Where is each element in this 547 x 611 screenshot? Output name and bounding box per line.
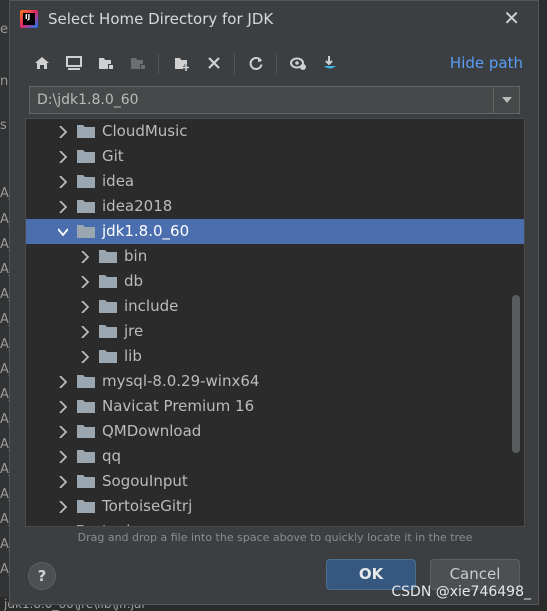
tree-row[interactable]: jre bbox=[26, 319, 524, 344]
tree-row[interactable]: SogouInput bbox=[26, 469, 524, 494]
tree-row[interactable]: db bbox=[26, 269, 524, 294]
select-home-directory-dialog: IJ Select Home Directory for JDK ✕ Hide … bbox=[9, 0, 539, 605]
chevron-right-icon[interactable] bbox=[58, 526, 68, 527]
folder-icon bbox=[77, 475, 95, 488]
chevron-right-icon[interactable] bbox=[80, 301, 90, 313]
tree-row-label: jre bbox=[124, 322, 144, 340]
tree-row[interactable]: jdk1.8.0_60 bbox=[26, 219, 524, 244]
tree-row[interactable]: Git bbox=[26, 144, 524, 169]
tree-scrollbar[interactable] bbox=[512, 295, 520, 453]
chevron-right-icon[interactable] bbox=[58, 126, 68, 138]
toolbar-separator bbox=[158, 54, 159, 74]
chevron-right-icon[interactable] bbox=[58, 176, 68, 188]
folder-icon bbox=[99, 300, 117, 313]
module-folder-icon[interactable] bbox=[126, 51, 150, 75]
home-icon[interactable] bbox=[30, 51, 54, 75]
chevron-right-icon[interactable] bbox=[80, 351, 90, 363]
tree-row-label: qq bbox=[102, 447, 122, 465]
tree-row-label: bin bbox=[124, 247, 148, 265]
chevron-right-icon[interactable] bbox=[58, 376, 68, 388]
path-input[interactable] bbox=[30, 87, 494, 113]
folder-icon bbox=[77, 425, 95, 438]
folder-icon bbox=[99, 325, 117, 338]
folder-icon bbox=[77, 175, 95, 188]
tree-row-label: include bbox=[124, 297, 179, 315]
tree-row[interactable]: lib bbox=[26, 344, 524, 369]
chevron-right-icon[interactable] bbox=[58, 476, 68, 488]
toolbar-separator bbox=[276, 54, 277, 74]
csdn-watermark: CSDN @xie746498_ bbox=[391, 584, 531, 600]
tree-row-label: jdk1.8.0_60 bbox=[102, 222, 190, 240]
directory-tree[interactable]: CloudMusic Git idea idea2018 jdk1.8.0_60bin d… bbox=[25, 118, 525, 527]
chevron-right-icon[interactable] bbox=[58, 501, 68, 513]
folder-icon bbox=[99, 250, 117, 263]
tree-row-label: QMDownload bbox=[102, 422, 202, 440]
tree-row[interactable]: idea bbox=[26, 169, 524, 194]
tree-row[interactable]: QMDownload bbox=[26, 419, 524, 444]
folder-icon bbox=[77, 125, 95, 138]
folder-icon bbox=[77, 525, 84, 526]
tree-row[interactable]: CloudMusic bbox=[26, 119, 524, 144]
folder-icon bbox=[77, 200, 95, 213]
chevron-right-icon[interactable] bbox=[80, 326, 90, 338]
tree-row[interactable]: bin bbox=[26, 244, 524, 269]
folder-icon bbox=[77, 375, 95, 388]
delete-icon[interactable] bbox=[202, 51, 226, 75]
chevron-down-icon[interactable] bbox=[58, 226, 68, 238]
chevron-right-icon[interactable] bbox=[58, 201, 68, 213]
tree-row-label: Navicat Premium 16 bbox=[102, 397, 255, 415]
folder-icon bbox=[77, 400, 95, 413]
intellij-app-icon: IJ bbox=[20, 10, 38, 28]
folder-icon bbox=[77, 150, 95, 163]
close-icon[interactable]: ✕ bbox=[503, 8, 520, 28]
background-glyph: s bbox=[0, 118, 7, 133]
tree-row[interactable]: TortoiseGitrj bbox=[26, 494, 524, 519]
tree-row-label: idea2018 bbox=[102, 197, 173, 215]
tree-row[interactable]: include bbox=[26, 294, 524, 319]
folder-icon bbox=[77, 500, 95, 513]
desktop-icon[interactable] bbox=[62, 51, 86, 75]
chevron-right-icon[interactable] bbox=[80, 276, 90, 288]
tree-row[interactable]: qq bbox=[26, 444, 524, 469]
help-button[interactable]: ? bbox=[28, 562, 56, 590]
tree-row[interactable]: idea2018 bbox=[26, 194, 524, 219]
title-bar[interactable]: IJ Select Home Directory for JDK ✕ bbox=[10, 1, 538, 39]
toolbar-separator bbox=[234, 54, 235, 74]
refresh-icon[interactable] bbox=[244, 51, 268, 75]
tree-row-label: tools bbox=[102, 522, 138, 526]
tree-row-label: TortoiseGitrj bbox=[102, 497, 193, 515]
tree-row-label: idea bbox=[102, 172, 135, 190]
hide-path-link[interactable]: Hide path bbox=[450, 54, 523, 72]
drop-icon[interactable] bbox=[318, 51, 342, 75]
dialog-title: Select Home Directory for JDK bbox=[48, 10, 274, 28]
chevron-right-icon[interactable] bbox=[58, 151, 68, 163]
tree-row-label: Git bbox=[102, 147, 124, 165]
tree-row-label: mysql-8.0.29-winx64 bbox=[102, 372, 260, 390]
chevron-down-icon bbox=[501, 97, 512, 103]
tree-row-label: SogouInput bbox=[102, 472, 188, 490]
chevron-right-icon[interactable] bbox=[80, 251, 90, 263]
folder-icon bbox=[77, 225, 95, 238]
tree-row-label: CloudMusic bbox=[102, 122, 188, 140]
tree-row[interactable]: tools bbox=[26, 519, 524, 527]
folder-icon bbox=[77, 450, 95, 463]
folder-icon bbox=[99, 275, 117, 288]
project-folder-icon[interactable] bbox=[94, 51, 118, 75]
path-dropdown-button[interactable] bbox=[493, 87, 519, 113]
chevron-right-icon[interactable] bbox=[58, 451, 68, 463]
tree-row-label: db bbox=[124, 272, 144, 290]
new-folder-icon[interactable] bbox=[170, 51, 194, 75]
path-combobox[interactable] bbox=[29, 86, 520, 114]
show-hidden-icon[interactable] bbox=[286, 51, 310, 75]
drag-drop-hint: Drag and drop a file into the space abov… bbox=[77, 531, 473, 544]
tree-row[interactable]: mysql-8.0.29-winx64 bbox=[26, 369, 524, 394]
chevron-right-icon[interactable] bbox=[58, 426, 68, 438]
tree-row[interactable]: Navicat Premium 16 bbox=[26, 394, 524, 419]
folder-icon bbox=[99, 350, 117, 363]
chevron-right-icon[interactable] bbox=[58, 401, 68, 413]
tree-row-label: lib bbox=[124, 347, 142, 365]
